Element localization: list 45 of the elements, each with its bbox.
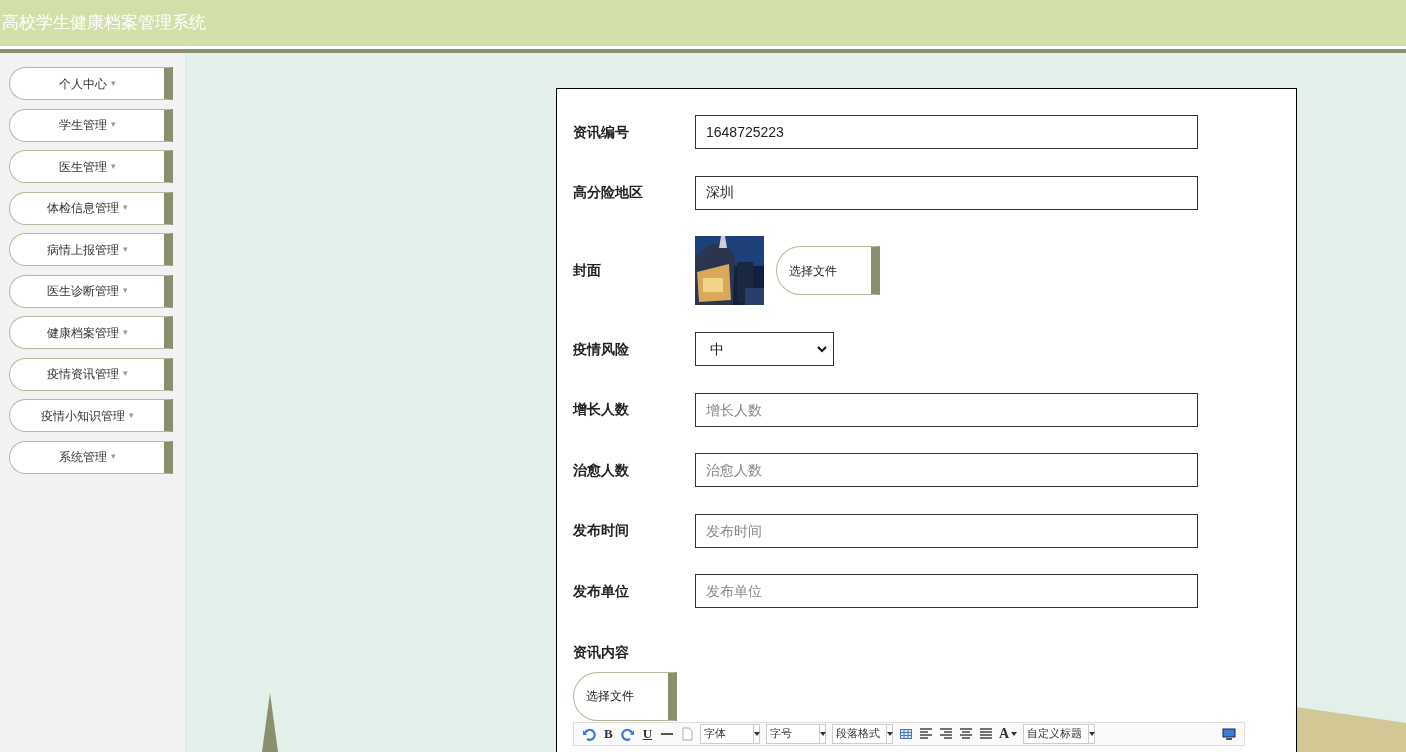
redo-icon[interactable] xyxy=(620,726,635,741)
sidebar-menu-item[interactable]: 疫情小知识管理 ▾ xyxy=(9,399,173,432)
sidebar-menu-item[interactable]: 医生管理 ▾ xyxy=(9,150,173,183)
sidebar-menu-item[interactable]: 病情上报管理 ▾ xyxy=(9,233,173,266)
align-left-icon[interactable] xyxy=(919,726,934,741)
sidebar-menu-item[interactable]: 个人中心 ▾ xyxy=(9,67,173,100)
text-field[interactable]: 发布时间 xyxy=(695,513,1198,548)
sidebar-menu-item[interactable]: 医生诊断管理 ▾ xyxy=(9,274,173,308)
underline-button[interactable]: U xyxy=(640,723,655,744)
field-label: 资讯内容 xyxy=(573,643,630,662)
field-label: 资讯编号 xyxy=(573,122,630,142)
sidebar-menu-item[interactable]: 体检信息管理 ▾ xyxy=(9,191,173,225)
bold-button[interactable]: B xyxy=(602,723,615,744)
sidebar-menu-item[interactable]: 系统管理 ▾ xyxy=(9,440,173,474)
align-right-icon[interactable] xyxy=(939,726,954,741)
align-justify-icon[interactable] xyxy=(979,726,994,741)
sidebar-menu-item[interactable]: 健康档案管理 ▾ xyxy=(9,316,173,349)
text-field[interactable]: 发布单位 xyxy=(695,574,1198,608)
choose-file-button[interactable]: 选择文件 xyxy=(573,671,677,721)
text-field[interactable]: 1648725223 xyxy=(695,115,1198,149)
text-field[interactable]: 治愈人数 xyxy=(695,453,1198,487)
toolbar-dropdown[interactable]: 字号 xyxy=(766,723,827,744)
field-label: 高分险地区 xyxy=(573,183,644,202)
text-field[interactable]: 增长人数 xyxy=(695,392,1198,427)
field-label: 治愈人数 xyxy=(573,460,630,480)
field-label: 封面 xyxy=(573,261,602,280)
sidebar-menu-item[interactable]: 学生管理 ▾ xyxy=(9,108,173,142)
field-label: 增长人数 xyxy=(573,400,630,419)
select-dropdown[interactable]: 中 xyxy=(695,332,834,366)
field-label: 疫情风险 xyxy=(573,339,630,359)
sidebar-menu-item[interactable]: 疫情资讯管理 ▾ xyxy=(9,357,173,391)
undo-icon[interactable] xyxy=(582,726,596,741)
toolbar-dropdown[interactable]: 自定义标题 xyxy=(1023,723,1096,744)
app-title: 高校学生健康档案管理系统 xyxy=(1,12,206,35)
field-label: 发布单位 xyxy=(573,581,630,601)
align-center-icon[interactable] xyxy=(959,726,974,741)
choose-file-button[interactable]: 选择文件 xyxy=(776,246,880,295)
table-icon[interactable] xyxy=(899,726,914,741)
toolbar-dropdown[interactable]: 段落格式 xyxy=(832,723,894,744)
text-field[interactable]: 深圳 xyxy=(695,175,1198,210)
font-color-button[interactable]: A xyxy=(999,723,1018,744)
toolbar-dropdown[interactable]: 字体 xyxy=(700,723,761,744)
field-label: 发布时间 xyxy=(573,521,630,540)
chevron-down-icon xyxy=(817,345,827,353)
monitor-icon[interactable] xyxy=(1222,726,1236,741)
